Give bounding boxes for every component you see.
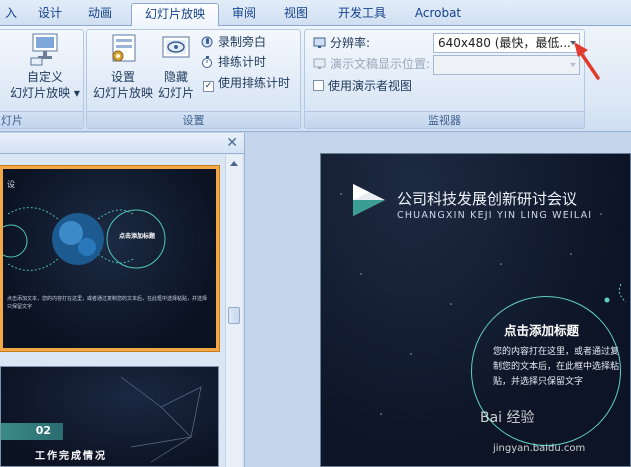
slide-editor: 公司科技发展创新研讨会议 CHUANGXIN KEJI YIN LING WEI…	[246, 133, 631, 467]
setup-show-icon	[112, 34, 136, 62]
resolution-dropdown[interactable]: 640x480 (最快，最低...	[433, 33, 580, 53]
tab-view[interactable]: 视图	[276, 3, 316, 26]
resolution-label-row: 分辨率:	[313, 34, 370, 52]
monitor-icon	[313, 37, 326, 48]
watermark-url: jingyan.baidu.com	[493, 443, 586, 454]
slide-box-body: 您的内容打在这里，或者通过复制您的文本后，在此框中选择粘贴，并选择只保留文字	[493, 347, 620, 387]
slide-title: 公司科技发展创新研讨会议	[397, 190, 578, 208]
thumb1-node-title: 点击添加标题	[119, 233, 156, 240]
setup-show-button[interactable]: 设置 幻灯片放映	[91, 32, 155, 101]
scrollbar-thumb[interactable]	[228, 307, 240, 324]
ribbon: 自定义 幻灯片放映 ▾ 灯片 设置 幻灯片放映 隐藏 幻灯片 录制旁白 排练计时…	[0, 26, 631, 132]
presenter-view-label: 使用演示者视图	[328, 79, 413, 93]
watermark-text: Bai 经验	[480, 410, 535, 426]
close-icon[interactable]: ✕	[226, 135, 238, 151]
use-timings-checkbox[interactable]: ✓ 使用排练计时	[203, 74, 290, 92]
setup-show-label-1: 设置	[110, 70, 135, 84]
rehearse-timings-label: 排练计时	[218, 55, 267, 69]
thumb2-number-band: 02	[1, 423, 63, 440]
tab-slideshow[interactable]: 幻灯片放映	[131, 3, 219, 27]
custom-show-label-2: 幻灯片放映 ▾	[10, 86, 80, 100]
use-timings-check-box[interactable]: ✓	[203, 81, 214, 92]
workspace: ✕ 设 点击添加标题 点击添加文本，您的内容打在这里，或者通过复制您的文本后，在…	[0, 133, 631, 467]
record-narration-label: 录制旁白	[218, 35, 267, 49]
logo-play-icon	[353, 184, 385, 216]
custom-show-label-1: 自定义	[26, 70, 63, 84]
record-narration-button[interactable]: 录制旁白	[201, 33, 266, 51]
hide-slide-label-1: 隐藏	[163, 70, 188, 84]
tab-design[interactable]: 设计	[30, 3, 70, 26]
ribbon-tab-bar: 入 设计 动画 幻灯片放映 审阅 视图 开发工具 Acrobat	[0, 0, 631, 27]
thumb2-network-lines-icon	[120, 376, 202, 463]
presentation-monitor-icon	[313, 58, 326, 69]
rehearse-timings-button[interactable]: 排练计时	[201, 53, 266, 71]
presenter-view-check-box[interactable]	[313, 80, 324, 91]
show-on-label: 演示文稿显示位置:	[330, 57, 431, 71]
slide-subtitle: CHUANGXIN KEJI YIN LING WEILAI	[397, 210, 593, 221]
tab-acrobat[interactable]: Acrobat	[406, 3, 470, 26]
use-timings-label: 使用排练计时	[218, 76, 291, 90]
slide-thumbnail-selected[interactable]: 设 点击添加标题 点击添加文本，您的内容打在这里，或者通过复制您的文本后，在此框…	[0, 166, 219, 351]
group-monitors-label: 监视器	[305, 111, 584, 128]
thumb1-caption: 点击添加文本，您的内容打在这里，或者通过复制您的文本后，在此框中选择粘贴，并选择…	[7, 296, 208, 310]
slide-thumbnail[interactable]: 02 工作完成情况	[0, 366, 219, 467]
custom-show-button[interactable]: 自定义 幻灯片放映 ▾	[5, 32, 85, 101]
scroll-up-icon[interactable]	[230, 161, 238, 166]
stopwatch-icon	[202, 56, 212, 68]
microphone-icon	[201, 36, 213, 48]
annotation-arrow-icon	[574, 42, 600, 80]
thumbnails-scrollbar[interactable]	[225, 155, 242, 467]
slide-box-title: 点击添加标题	[504, 323, 580, 338]
resolution-label: 分辨率:	[330, 36, 371, 50]
tab-insert[interactable]: 入	[0, 3, 22, 26]
thumb2-number: 02	[35, 424, 51, 437]
tab-review[interactable]: 审阅	[224, 3, 264, 26]
resolution-value: 640x480 (最快，最低...	[438, 36, 571, 50]
tab-developer[interactable]: 开发工具	[330, 3, 394, 26]
hide-slide-label-2: 幻灯片	[157, 86, 194, 100]
tab-animation[interactable]: 动画	[80, 3, 120, 26]
group-setup: 设置 幻灯片放映 隐藏 幻灯片 录制旁白 排练计时 ✓ 使用排练计时 设置	[86, 29, 301, 129]
group-start-label: 灯片	[0, 111, 83, 128]
current-slide[interactable]: 公司科技发展创新研讨会议 CHUANGXIN KEJI YIN LING WEI…	[320, 153, 631, 467]
group-start-slideshow: 自定义 幻灯片放映 ▾ 灯片	[0, 29, 84, 129]
thumb1-diagram-icon	[3, 207, 166, 271]
slides-pane: ✕ 设 点击添加标题 点击添加文本，您的内容打在这里，或者通过复制您的文本后，在…	[0, 133, 245, 467]
presenter-view-checkbox[interactable]: 使用演示者视图	[313, 77, 412, 95]
thumb2-title: 工作完成情况	[35, 451, 107, 462]
group-monitors: 分辨率: 640x480 (最快，最低... 演示文稿显示位置: 使用演示者视图…	[304, 29, 585, 129]
custom-show-icon	[30, 33, 58, 66]
show-on-dropdown[interactable]	[433, 55, 580, 75]
setup-show-label-2: 幻灯片放映	[92, 86, 153, 100]
slides-pane-header: ✕	[0, 133, 244, 154]
hide-slide-button[interactable]: 隐藏 幻灯片	[153, 32, 199, 101]
group-setup-label: 设置	[87, 111, 300, 128]
hide-slide-icon	[162, 36, 190, 58]
show-on-label-row: 演示文稿显示位置:	[313, 55, 430, 73]
